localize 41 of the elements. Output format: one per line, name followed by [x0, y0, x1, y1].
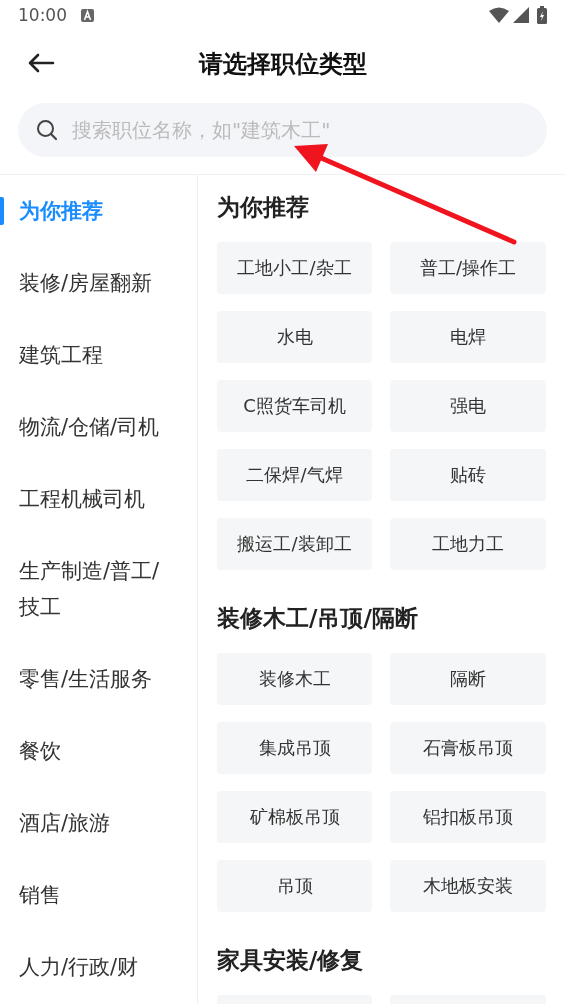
signal-icon	[513, 7, 529, 23]
job-option[interactable]: 贴砖	[390, 449, 546, 501]
job-option[interactable]: 工地小工/杂工	[217, 242, 372, 294]
job-option[interactable]: 装修木工	[217, 653, 372, 705]
category-item[interactable]: 酒店/旅游	[0, 787, 197, 859]
search-field[interactable]: 搜索职位名称，如"建筑木工"	[70, 117, 529, 143]
job-option[interactable]: 搬运工/装卸工	[217, 518, 372, 570]
job-option[interactable]: 工地力工	[390, 518, 546, 570]
category-item[interactable]: 生产制造/普工/技工	[0, 535, 197, 643]
search-icon	[36, 119, 58, 141]
job-option[interactable]: 木地板安装	[390, 860, 546, 912]
category-item[interactable]: 物流/仓储/司机	[0, 391, 197, 463]
job-option[interactable]: 隔断	[390, 653, 546, 705]
notification-icon	[81, 8, 94, 22]
category-item[interactable]: 工程机械司机	[0, 463, 197, 535]
category-item[interactable]: 餐饮	[0, 715, 197, 787]
job-option[interactable]: 强电	[390, 380, 546, 432]
search-bar[interactable]: 搜索职位名称，如"建筑木工"	[18, 103, 547, 157]
wifi-icon	[489, 7, 509, 23]
status-time: 10:00	[18, 5, 67, 25]
section-title: 家具安装/修复	[217, 946, 365, 975]
job-option[interactable]: 集成吊顶	[217, 722, 372, 774]
job-option[interactable]: 二保焊/气焊	[217, 449, 372, 501]
page-title: 请选择职位类型	[198, 49, 367, 80]
job-option[interactable]: 铝扣板吊顶	[390, 791, 546, 843]
category-item[interactable]: 零售/生活服务	[0, 643, 197, 715]
job-option[interactable]: C照货车司机	[217, 380, 372, 432]
job-option[interactable]: 吊顶	[217, 860, 372, 912]
job-option[interactable]: 水电	[217, 311, 372, 363]
job-option[interactable]: 石膏板吊顶	[390, 722, 546, 774]
job-option[interactable]: 普工/操作工	[390, 242, 546, 294]
back-icon[interactable]	[27, 52, 55, 74]
section-title: 装修木工/吊顶/隔断	[217, 604, 419, 633]
battery-icon	[537, 6, 547, 24]
job-option[interactable]: 电焊	[390, 311, 546, 363]
category-item[interactable]: 建筑工程	[0, 319, 197, 391]
category-item[interactable]: 装修/房屋翻新	[0, 247, 197, 319]
section-title: 为你推荐	[217, 193, 310, 222]
job-option[interactable]: 矿棉板吊顶	[217, 791, 372, 843]
category-item[interactable]: 销售	[0, 859, 197, 931]
category-item[interactable]: 人力/行政/财	[0, 931, 197, 1003]
